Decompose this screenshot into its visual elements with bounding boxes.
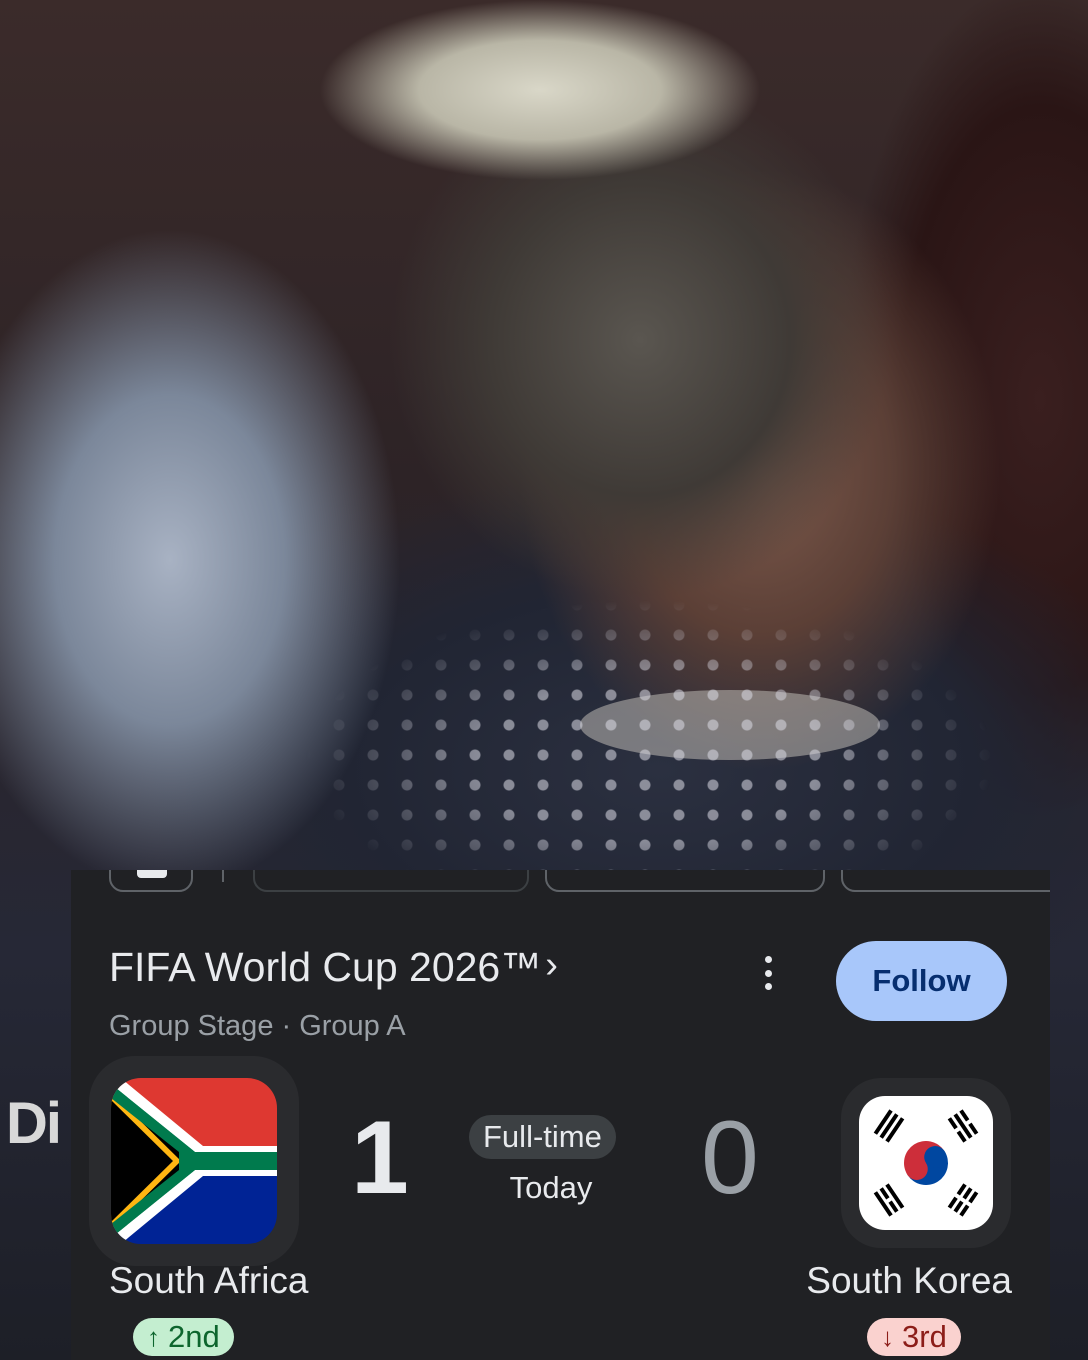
home-rank-badge: ↑ 2nd [133, 1318, 234, 1356]
home-team-name[interactable]: South Africa [109, 1260, 309, 1302]
away-rank-label: 3rd [902, 1319, 947, 1354]
chip-4[interactable] [841, 870, 1050, 892]
competition-link[interactable]: FIFA World Cup 2026™ › [109, 944, 558, 991]
video-dotted-jacket [220, 560, 1080, 880]
video-edge-text: Di [6, 1091, 62, 1156]
home-score: 1 [351, 1100, 409, 1216]
match-date: Today [509, 1170, 593, 1205]
follow-button[interactable]: Follow [836, 941, 1007, 1021]
south-korea-flag-icon [859, 1096, 993, 1230]
match-status-badge: Full-time [469, 1115, 616, 1159]
arrow-down-icon: ↓ [881, 1321, 894, 1352]
chip-divider [222, 870, 224, 882]
competition-stage: Group Stage · Group A [109, 1010, 406, 1042]
chevron-right-icon: › [545, 944, 558, 986]
chip-3[interactable] [545, 870, 825, 892]
away-team-logo[interactable] [841, 1078, 1011, 1248]
chip-row [71, 870, 1050, 894]
fifa-logo-icon [137, 870, 167, 878]
away-team-name[interactable]: South Korea [806, 1260, 1012, 1302]
home-team-logo[interactable] [89, 1056, 299, 1266]
home-rank-label: 2nd [168, 1319, 220, 1354]
match-card: FIFA World Cup 2026™ › Group Stage · Gro… [71, 870, 1050, 1360]
competition-title: FIFA World Cup 2026™ [109, 944, 542, 990]
chip-2[interactable] [253, 870, 529, 892]
away-score: 0 [701, 1100, 759, 1216]
south-africa-flag-icon [111, 1078, 277, 1244]
more-vert-icon[interactable] [759, 956, 777, 990]
away-rank-badge: ↓ 3rd [867, 1318, 961, 1356]
arrow-up-icon: ↑ [147, 1321, 160, 1352]
